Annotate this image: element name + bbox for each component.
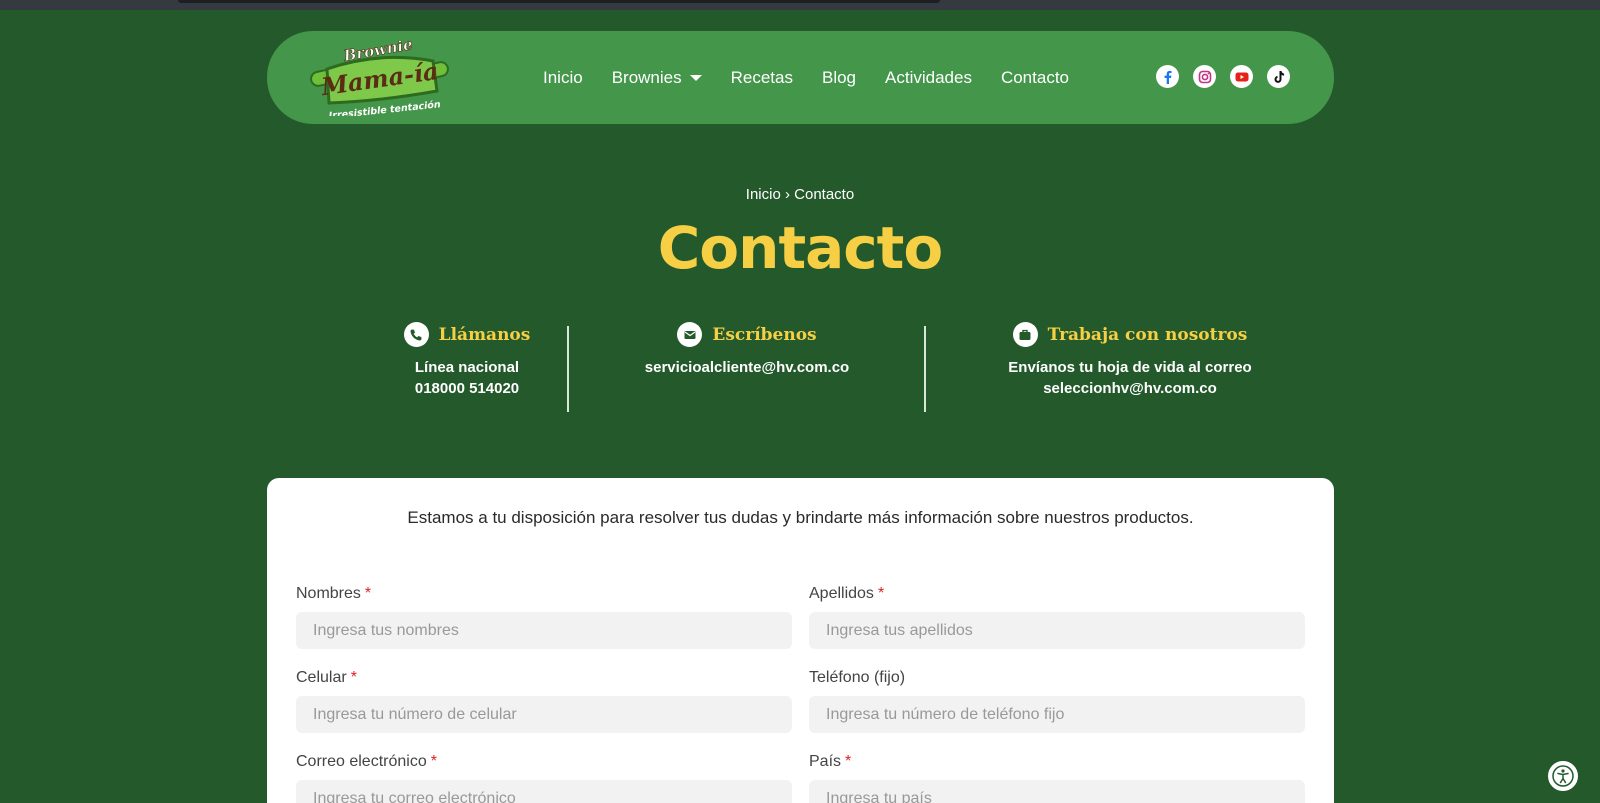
telefono-input[interactable]: [809, 696, 1305, 733]
divider: [924, 326, 926, 412]
label-text: Apellidos: [809, 585, 874, 602]
field-label: Celular *: [296, 669, 792, 687]
accessibility-icon[interactable]: [1546, 759, 1580, 793]
breadcrumb-separator: ›: [784, 186, 790, 203]
required-mark: *: [364, 585, 372, 602]
celular-input[interactable]: [296, 696, 792, 733]
tiktok-icon[interactable]: [1267, 65, 1290, 88]
required-mark: *: [877, 585, 885, 602]
nav-item-brownies[interactable]: Brownies: [612, 68, 702, 88]
contact-call-line1: Línea nacional: [414, 359, 520, 376]
label-text: Correo electrónico: [296, 753, 427, 770]
social-links: [1156, 65, 1290, 88]
divider: [567, 326, 569, 412]
contact-call-title: Llámanos: [438, 324, 531, 345]
contact-write-block: Escríbenos servicioalcliente@hv.com.co: [597, 322, 897, 378]
pais-input[interactable]: [809, 780, 1305, 803]
main-nav: Inicio Brownies Recetas Blog Actividades…: [543, 31, 1098, 124]
breadcrumb-home-link[interactable]: Inicio: [746, 186, 781, 203]
label-text: Celular: [296, 669, 347, 686]
nav-item-label: Contacto: [1000, 67, 1069, 87]
field-label: Apellidos *: [809, 585, 1305, 603]
contact-jobs-email-link[interactable]: seleccionhv@hv.com.co: [980, 378, 1280, 399]
breadcrumb-current: Contacto: [794, 186, 855, 203]
nav-item-actividades[interactable]: Actividades: [885, 68, 972, 88]
field-pais: País *: [809, 753, 1305, 803]
field-label: País *: [809, 753, 1305, 771]
contact-work-block: Trabaja con nosotros Envíanos tu hoja de…: [980, 322, 1280, 399]
nombres-input[interactable]: [296, 612, 792, 649]
field-apellidos: Apellidos *: [809, 585, 1305, 649]
nav-item-label: Inicio: [543, 67, 583, 87]
nav-item-label: Recetas: [730, 67, 793, 87]
field-label: Teléfono (fijo): [809, 669, 1305, 687]
required-mark: *: [350, 669, 357, 686]
nav-item-blog[interactable]: Blog: [822, 68, 856, 88]
facebook-icon[interactable]: [1156, 65, 1179, 88]
page-title: Contacto: [657, 214, 944, 282]
nav-item-label: Actividades: [885, 67, 972, 87]
contact-work-line1: Envíanos tu hoja de vida al correo: [1008, 359, 1252, 376]
form-intro: Estamos a tu disposición para resolver t…: [407, 508, 1194, 527]
mail-icon: [677, 322, 703, 347]
briefcase-icon: [1012, 322, 1038, 347]
instagram-icon[interactable]: [1193, 65, 1216, 88]
field-celular: Celular *: [296, 669, 792, 733]
field-label: Correo electrónico *: [296, 753, 792, 771]
label-text: Teléfono (fijo): [809, 669, 906, 686]
contact-work-title: Trabaja con nosotros: [1047, 324, 1248, 345]
correo-input[interactable]: [296, 780, 792, 803]
youtube-icon[interactable]: [1230, 65, 1253, 88]
field-nombres: Nombres *: [296, 585, 792, 649]
browser-tab-bar: [178, 0, 940, 3]
breadcrumb: Inicio › Contacto: [0, 186, 1600, 203]
required-mark: *: [845, 753, 852, 770]
browser-top-strip: [0, 0, 1600, 10]
nav-item-label: Brownies: [611, 67, 682, 87]
contact-email-link[interactable]: servicioalcliente@hv.com.co: [597, 357, 897, 378]
contact-write-title: Escríbenos: [712, 324, 817, 345]
nav-item-inicio[interactable]: Inicio: [543, 68, 583, 88]
field-telefono: Teléfono (fijo): [809, 669, 1305, 733]
caret-down-icon: [689, 74, 702, 81]
nav-item-label: Blog: [821, 67, 857, 87]
nav-item-recetas[interactable]: Recetas: [731, 68, 793, 88]
label-text: Nombres: [296, 585, 361, 602]
phone-icon: [403, 322, 429, 347]
contact-call-block: Llámanos Línea nacional 018000 514020: [317, 322, 617, 399]
field-label: Nombres *: [296, 585, 792, 603]
nav-item-contacto[interactable]: Contacto: [1001, 68, 1069, 88]
brand-logo[interactable]: Brownie Mama-ía Irresistible tentación: [307, 35, 452, 122]
required-mark: *: [430, 753, 437, 770]
site-header: Brownie Mama-ía Irresistible tentación I…: [267, 31, 1334, 124]
label-text: País: [809, 753, 842, 770]
field-correo: Correo electrónico *: [296, 753, 792, 803]
contact-form-card: Estamos a tu disposición para resolver t…: [267, 478, 1334, 803]
apellidos-input[interactable]: [809, 612, 1305, 649]
contact-phone-link[interactable]: 018000 514020: [317, 378, 617, 399]
